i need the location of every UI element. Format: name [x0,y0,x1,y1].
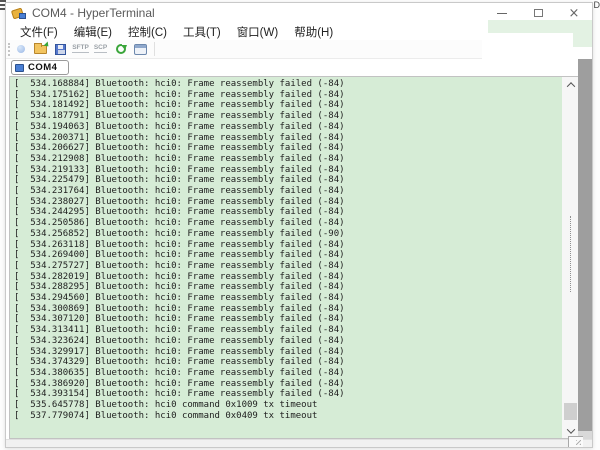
log-line: [ 537.779074] Bluetooth: hci0 command 0x… [14,411,562,422]
save-button[interactable] [51,41,70,58]
menu-item[interactable]: 控制(C) [120,23,175,41]
log-line: [ 534.206627] Bluetooth: hci0: Frame rea… [14,143,562,154]
maximize-icon [534,9,543,17]
vertical-scrollbar[interactable] [562,77,579,438]
log-line: [ 534.212908] Bluetooth: hci0: Frame rea… [14,154,562,165]
hyperterminal-window: COM4 - HyperTerminal × 文件(F)编辑(E)控制(C)工具… [5,2,593,448]
log-line: [ 534.294560] Bluetooth: hci0: Frame rea… [14,293,562,304]
hyperterminal-app-icon [12,7,26,19]
scrollbar-thumb[interactable] [564,403,577,420]
log-line: [ 534.313411] Bluetooth: hci0: Frame rea… [14,325,562,336]
log-line: [ 534.323624] Bluetooth: hci0: Frame rea… [14,336,562,347]
resize-grip-dots [576,440,581,445]
connect-button[interactable] [11,41,30,58]
log-line: [ 534.219133] Bluetooth: hci0: Frame rea… [14,165,562,176]
close-icon: × [569,7,580,20]
window-title: COM4 - HyperTerminal [32,6,155,20]
sftp-icon: SFTP [72,45,89,53]
chevron-down-icon [566,425,574,433]
save-icon [55,44,66,55]
tab-com4[interactable]: COM4 [11,60,69,75]
open-button[interactable] [31,41,50,58]
tab-bar: COM4 [6,59,577,76]
refresh-icon [116,44,126,54]
log-line: [ 534.275727] Bluetooth: hci0: Frame rea… [14,261,562,272]
open-folder-icon [34,45,47,54]
menu-item[interactable]: 文件(F) [12,23,66,41]
log-line: [ 534.194063] Bluetooth: hci0: Frame rea… [14,122,562,133]
status-bar [6,439,592,447]
minimize-icon [497,13,507,14]
log-line: [ 535.645778] Bluetooth: hci0 command 0x… [14,400,562,411]
right-filler-stripe [578,59,592,431]
log-line: [ 534.231764] Bluetooth: hci0: Frame rea… [14,186,562,197]
toolbar-grip[interactable] [8,43,10,56]
toolbar-separator [154,42,155,56]
new-window-icon [134,44,147,55]
resize-grip[interactable] [568,436,583,447]
log-line: [ 534.238027] Bluetooth: hci0: Frame rea… [14,197,562,208]
scroll-up-button[interactable] [562,77,579,92]
log-line: [ 534.329917] Bluetooth: hci0: Frame rea… [14,347,562,358]
log-line: [ 534.200371] Bluetooth: hci0: Frame rea… [14,133,562,144]
scp-icon: SCP [94,45,107,53]
log-line: [ 534.168884] Bluetooth: hci0: Frame rea… [14,79,562,90]
terminal-container: [ 534.168884] Bluetooth: hci0: Frame rea… [9,76,580,439]
new-window-button[interactable] [131,41,150,58]
connect-icon [17,45,25,53]
log-line: [ 534.256852] Bluetooth: hci0: Frame rea… [14,229,562,240]
log-line: [ 534.282019] Bluetooth: hci0: Frame rea… [14,272,562,283]
monitor-icon [15,64,24,72]
log-line: [ 534.181492] Bluetooth: hci0: Frame rea… [14,100,562,111]
log-line: [ 534.175162] Bluetooth: hci0: Frame rea… [14,90,562,101]
desktop: D COM4 - HyperTerminal × 文件(F)编辑(E)控制(C)… [0,0,600,450]
menu-item[interactable]: 窗口(W) [229,23,287,41]
log-line: [ 534.374329] Bluetooth: hci0: Frame rea… [14,357,562,368]
menu-item[interactable]: 工具(T) [175,23,229,41]
terminal-output[interactable]: [ 534.168884] Bluetooth: hci0: Frame rea… [10,77,562,438]
log-line: [ 534.300869] Bluetooth: hci0: Frame rea… [14,304,562,315]
log-line: [ 534.269400] Bluetooth: hci0: Frame rea… [14,250,562,261]
menu-bar-green-band-corner [573,20,592,47]
sftp-button[interactable]: SFTP [71,41,90,58]
log-line: [ 534.307120] Bluetooth: hci0: Frame rea… [14,314,562,325]
log-line: [ 534.244295] Bluetooth: hci0: Frame rea… [14,207,562,218]
chevron-up-icon [566,82,574,90]
log-line: [ 534.225479] Bluetooth: hci0: Frame rea… [14,175,562,186]
log-line: [ 534.386920] Bluetooth: hci0: Frame rea… [14,379,562,390]
log-line: [ 534.187791] Bluetooth: hci0: Frame rea… [14,111,562,122]
scrollbar-position-mark [570,216,571,292]
log-line: [ 534.393154] Bluetooth: hci0: Frame rea… [14,389,562,400]
menu-item[interactable]: 帮助(H) [286,23,341,41]
desktop-text-fragment-right: D [594,0,600,10]
log-line: [ 534.380635] Bluetooth: hci0: Frame rea… [14,368,562,379]
tab-label: COM4 [28,62,57,73]
scp-button[interactable]: SCP [91,41,110,58]
menu-item[interactable]: 编辑(E) [66,23,120,41]
log-line: [ 534.288295] Bluetooth: hci0: Frame rea… [14,282,562,293]
log-line: [ 534.250586] Bluetooth: hci0: Frame rea… [14,218,562,229]
toolbar: SFTP SCP [6,40,482,59]
log-line: [ 534.263118] Bluetooth: hci0: Frame rea… [14,240,562,251]
refresh-button[interactable] [111,41,130,58]
